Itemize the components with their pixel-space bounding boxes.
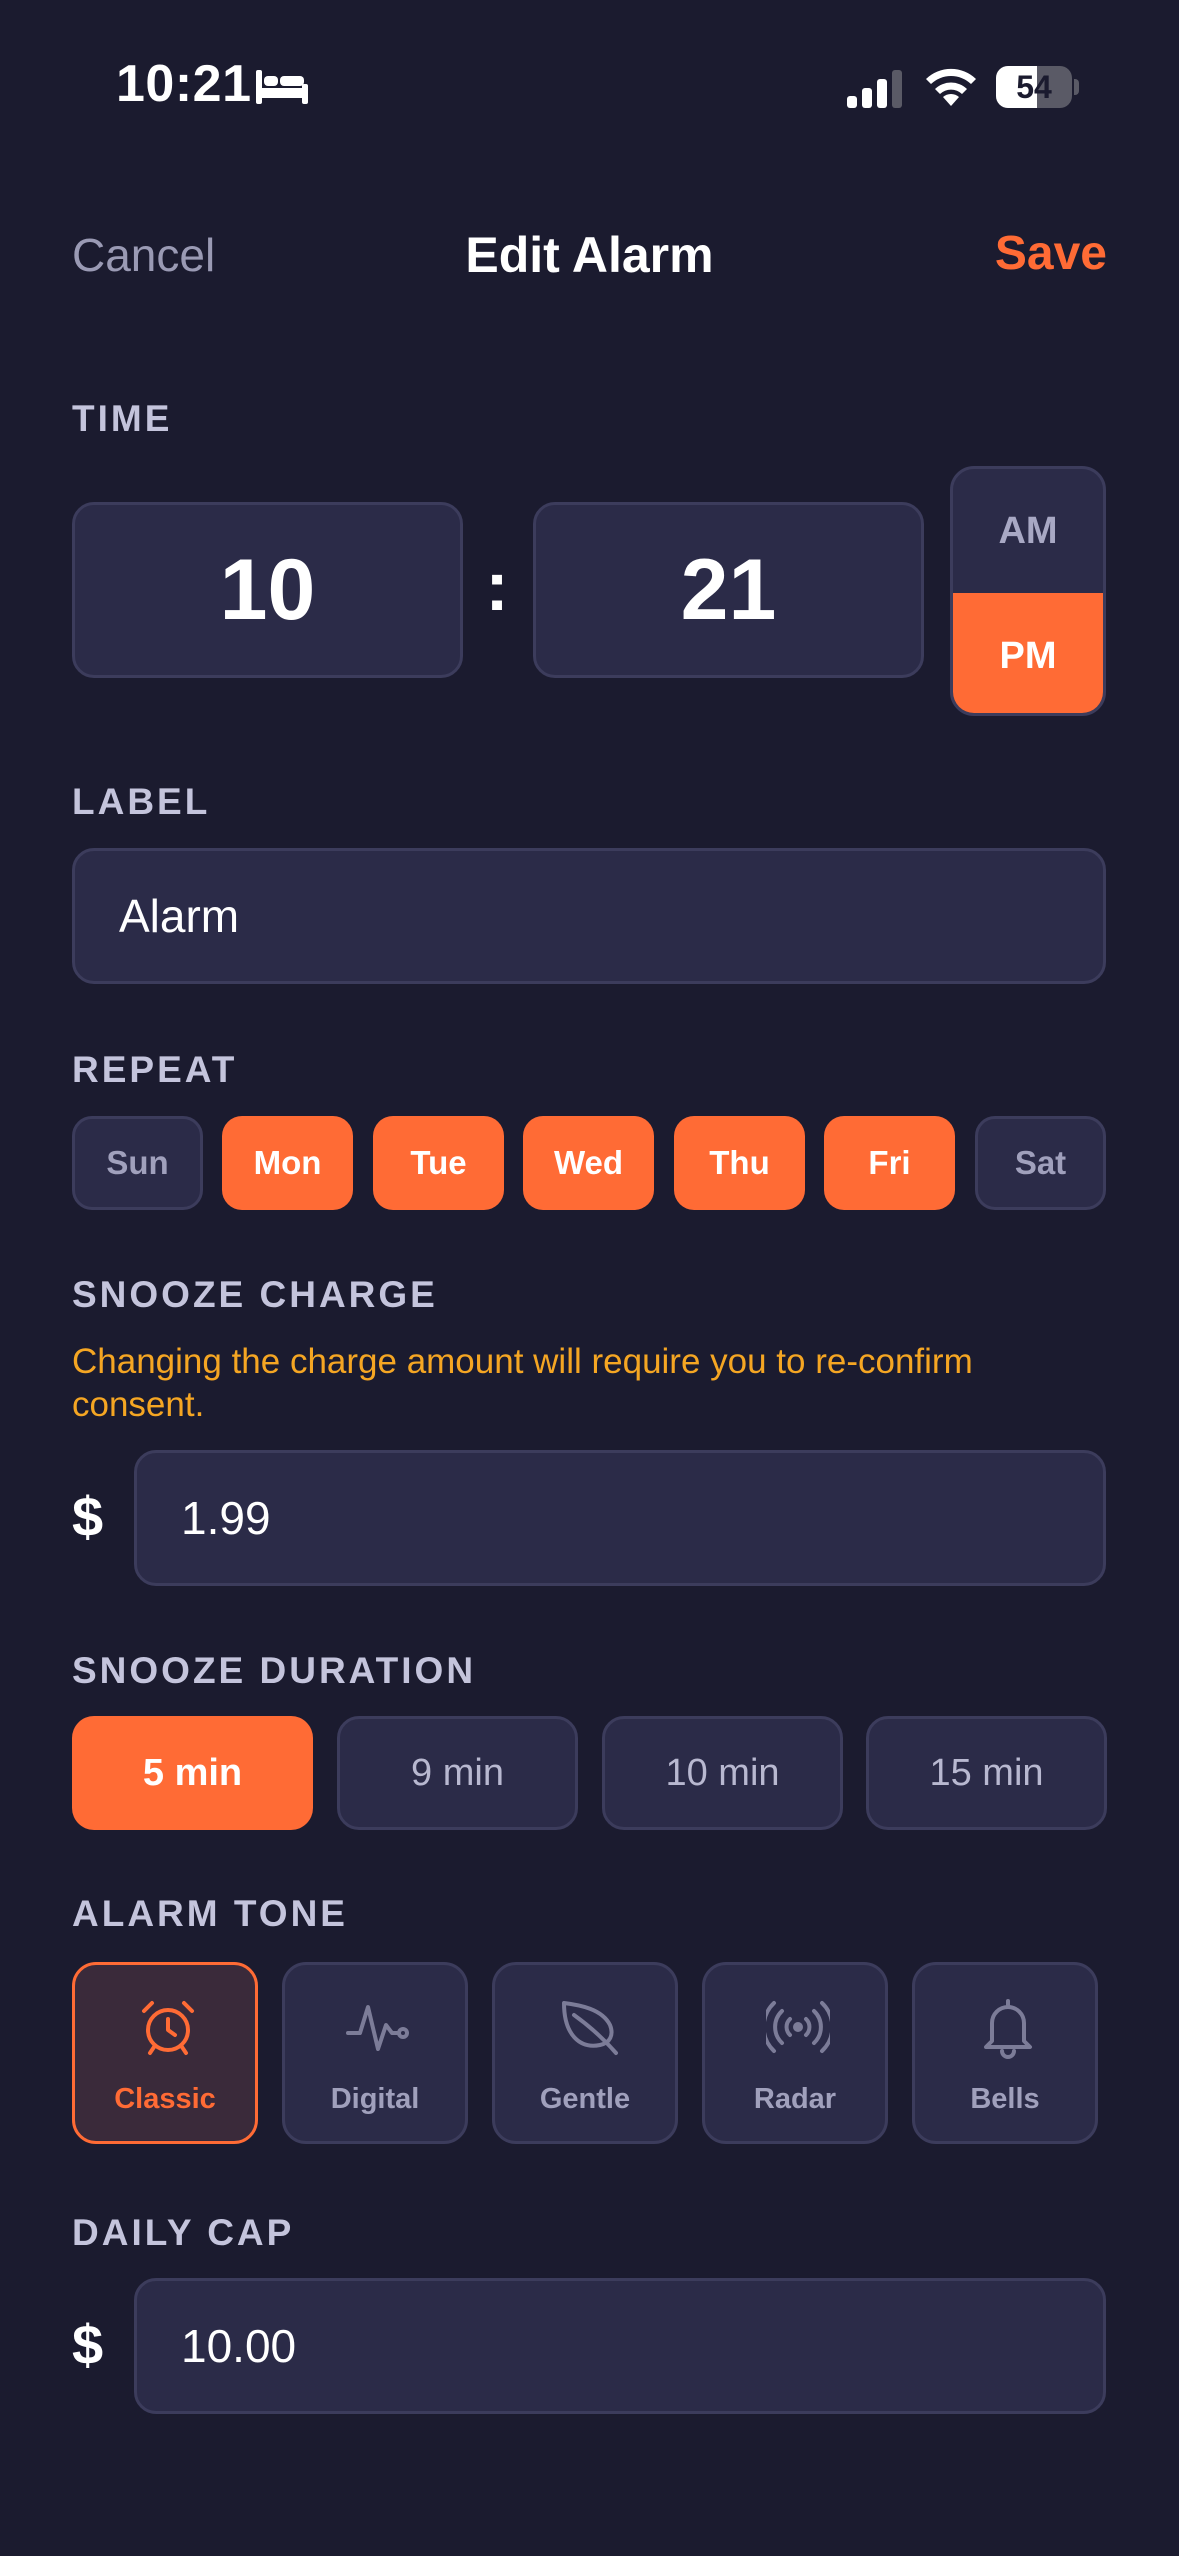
save-button[interactable]: Save (995, 226, 1107, 281)
wifi-icon (926, 68, 976, 106)
tone-digital[interactable]: Digital (282, 1962, 468, 2144)
battery-indicator: 54 (996, 66, 1079, 108)
tone-label: Radar (753, 2083, 837, 2115)
leaf-icon (562, 2001, 618, 2055)
status-time: 10:21 (116, 55, 252, 113)
duration-9-min[interactable]: 9 min (337, 1716, 578, 1830)
day-mon[interactable]: Mon (222, 1116, 353, 1210)
alarm-label-input[interactable]: Alarm (72, 848, 1106, 984)
snooze-charge-section-label: SNOOZE CHARGE (72, 1274, 438, 1315)
duration-5-min[interactable]: 5 min (72, 1716, 313, 1830)
alarm-tone-section-label: ALARM TONE (72, 1893, 348, 1934)
charge-warning-text: Changing the charge amount will require … (72, 1342, 973, 1424)
cellular-signal-icon (847, 70, 902, 108)
daily-cap-input[interactable]: 10.00 (134, 2278, 1106, 2414)
daily-cap-section-label: DAILY CAP (72, 2212, 295, 2253)
day-tue[interactable]: Tue (373, 1116, 504, 1210)
snooze-charge-currency: $ (72, 1485, 104, 1548)
duration-15-min[interactable]: 15 min (866, 1716, 1107, 1830)
daily-cap-currency: $ (72, 2313, 104, 2376)
day-sat[interactable]: Sat (975, 1116, 1106, 1210)
alarm-clock-icon (142, 2001, 194, 2055)
am-pm-toggle: AM PM (950, 466, 1106, 716)
label-section-label: LABEL (72, 781, 211, 822)
am-option[interactable]: AM (953, 469, 1103, 593)
time-colon: : (485, 547, 509, 625)
tone-label: Classic (114, 2083, 216, 2115)
day-wed[interactable]: Wed (523, 1116, 654, 1210)
radar-icon (766, 2001, 830, 2053)
battery-percent: 54 (1016, 69, 1052, 105)
minute-field[interactable]: 21 (533, 502, 924, 678)
day-thu[interactable]: Thu (674, 1116, 805, 1210)
status-bar: 10:21 54 (0, 0, 1179, 170)
hour-field[interactable]: 10 (72, 502, 463, 678)
bell-icon (984, 1999, 1032, 2059)
tone-label: Digital (330, 2083, 420, 2115)
repeat-section-label: REPEAT (72, 1049, 238, 1090)
time-section-label: TIME (72, 398, 173, 439)
pulse-icon (346, 2005, 409, 2051)
tone-classic[interactable]: Classic (72, 1962, 258, 2144)
battery-tip (1074, 79, 1079, 95)
tone-gentle[interactable]: Gentle (492, 1962, 678, 2144)
duration-10-min[interactable]: 10 min (602, 1716, 843, 1830)
pm-option[interactable]: PM (953, 593, 1103, 713)
tone-label: Bells (970, 2083, 1040, 2115)
tone-bells[interactable]: Bells (912, 1962, 1098, 2144)
edit-alarm-screen: 10:21 54 Cancel Edit Alarm Save TIME 10 … (0, 0, 1179, 2556)
tone-radar[interactable]: Radar (702, 1962, 888, 2144)
tone-label: Gentle (539, 2083, 631, 2115)
bed-icon (256, 70, 308, 104)
snooze-duration-section-label: SNOOZE DURATION (72, 1650, 477, 1691)
battery-body: 54 (996, 66, 1072, 108)
day-sun[interactable]: Sun (72, 1116, 203, 1210)
day-fri[interactable]: Fri (824, 1116, 955, 1210)
snooze-charge-input[interactable]: 1.99 (134, 1450, 1106, 1586)
